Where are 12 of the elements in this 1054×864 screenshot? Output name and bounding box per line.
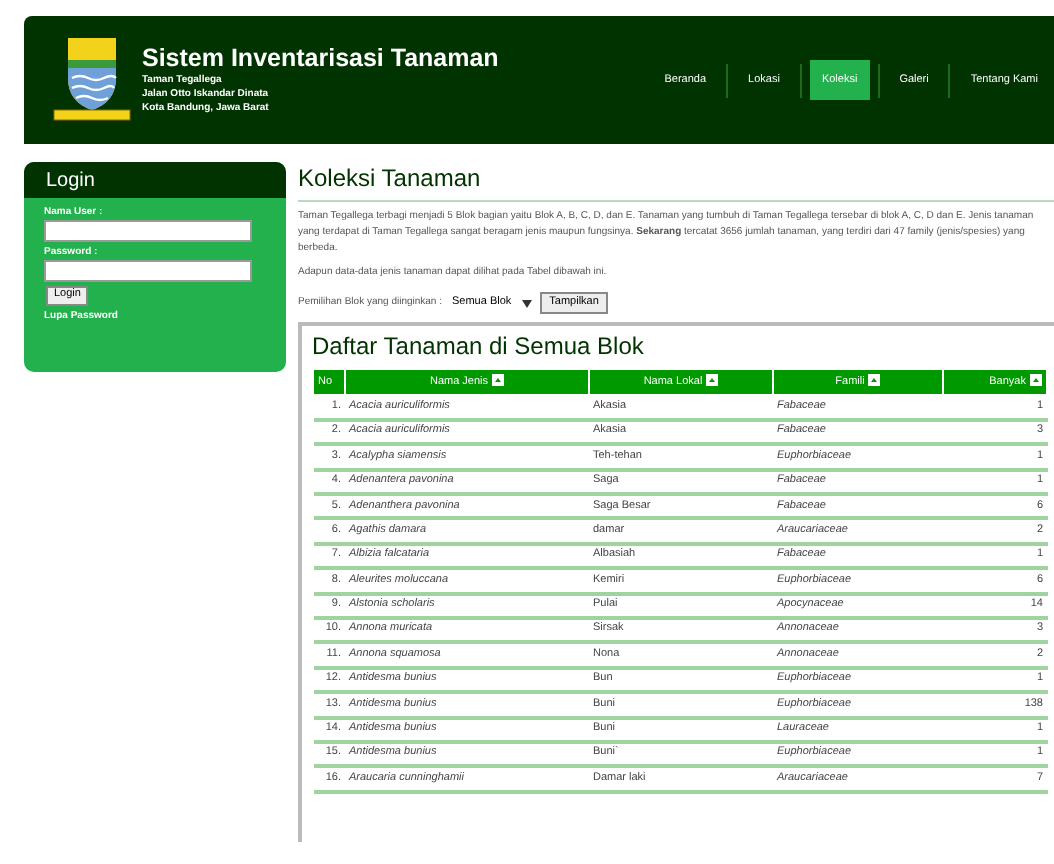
- sort-icon[interactable]: [868, 374, 881, 387]
- sort-icon[interactable]: [706, 374, 719, 387]
- table-title: Daftar Tanaman di Semua Blok: [312, 330, 646, 362]
- emblem-icon: [52, 34, 132, 126]
- page-title: Koleksi Tanaman: [298, 164, 483, 192]
- dropdown-icon: [521, 299, 532, 307]
- sort-icon[interactable]: [492, 374, 505, 387]
- site-title: Sistem Inventarisasi Tanaman: [142, 44, 499, 74]
- sort-icon[interactable]: [1030, 374, 1042, 387]
- password-field[interactable]: [44, 260, 252, 282]
- username-field[interactable]: [44, 220, 252, 242]
- login-title: Login: [46, 167, 95, 195]
